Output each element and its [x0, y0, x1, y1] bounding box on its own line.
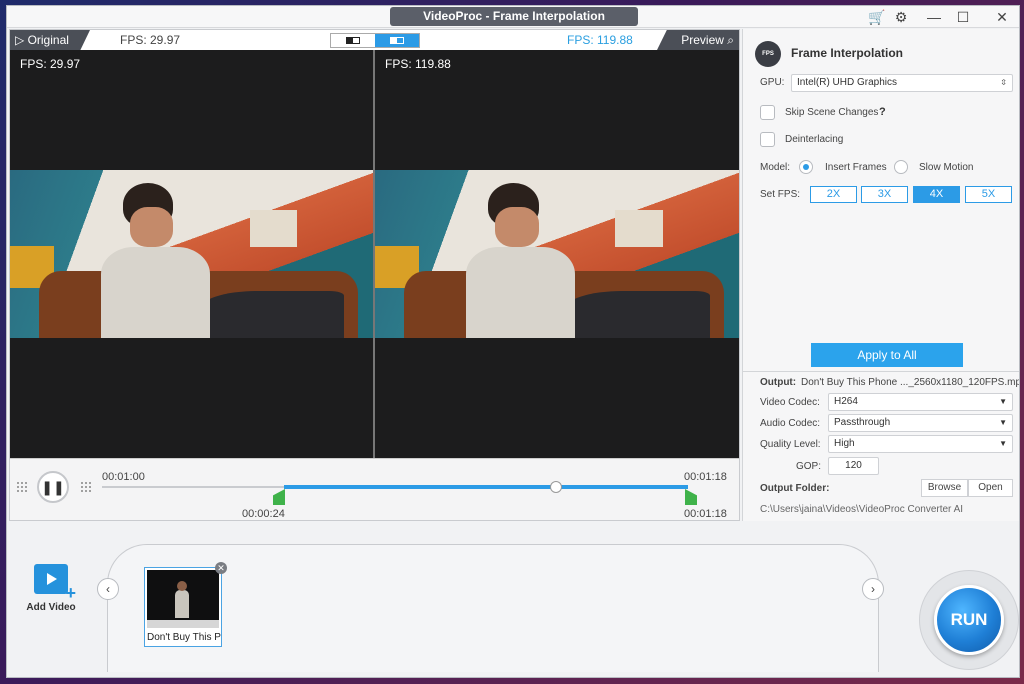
- chevron-down-icon: ▼: [999, 439, 1007, 448]
- video-preview-panel: ▷ Original FPS: 29.97 FPS: 119.88 Previe…: [9, 29, 740, 521]
- quality-level-label: Quality Level:: [760, 439, 821, 450]
- clip-label: Don't Buy This Ph: [147, 632, 221, 643]
- output-filename: Don't Buy This Phone ..._2560x1180_120FP…: [801, 377, 1020, 388]
- help-icon[interactable]: ?: [879, 106, 886, 118]
- audio-codec-select[interactable]: Passthrough ▼: [828, 414, 1013, 432]
- preview-video[interactable]: FPS: 119.88: [375, 50, 739, 458]
- remove-clip-icon[interactable]: ✕: [215, 562, 227, 574]
- audio-codec-label: Audio Codec:: [760, 418, 821, 429]
- grip-left-icon: [16, 481, 28, 493]
- preview-tab-label: Preview: [681, 33, 724, 47]
- gop-label: GOP:: [796, 461, 822, 472]
- window-title: VideoProc - Frame Interpolation: [390, 7, 638, 26]
- tab-original[interactable]: ▷ Original: [10, 30, 90, 50]
- split-view-button[interactable]: [375, 34, 419, 47]
- video-frame: [375, 170, 739, 338]
- gpu-select[interactable]: Intel(R) UHD Graphics ⇳: [791, 74, 1013, 92]
- search-icon: ⌕: [727, 33, 734, 47]
- gpu-label: GPU:: [760, 77, 785, 88]
- preview-header: ▷ Original FPS: 29.97 FPS: 119.88 Previe…: [10, 30, 739, 50]
- video-codec-label: Video Codec:: [760, 397, 820, 408]
- close-icon[interactable]: ✕: [988, 6, 1016, 28]
- playhead-knob[interactable]: [550, 481, 562, 493]
- minimize-icon[interactable]: —: [920, 6, 948, 28]
- frame-interpolation-settings: FPS Frame Interpolation GPU: Intel(R) UH…: [742, 29, 1019, 521]
- original-video-fps: FPS: 29.97: [20, 57, 81, 71]
- video-codec-select[interactable]: H264 ▼: [828, 393, 1013, 411]
- timeline-selection: [284, 485, 688, 489]
- end-time: 00:01:18: [684, 471, 727, 483]
- output-folder-label: Output Folder:: [760, 483, 830, 494]
- settings-title: Frame Interpolation: [791, 46, 904, 60]
- fps-3x-button[interactable]: 3X: [861, 186, 908, 203]
- preview-fps-label: FPS: 119.88: [567, 33, 633, 47]
- fps-2x-button[interactable]: 2X: [810, 186, 857, 203]
- tab-preview[interactable]: Preview ⌕: [657, 30, 739, 50]
- single-view-button[interactable]: [331, 34, 375, 47]
- timeline-bar: ❚❚ 00:01:00 00:01:18 00:00:24 00:01:18: [10, 458, 739, 520]
- view-mode-toggle: [330, 33, 420, 48]
- gear-icon[interactable]: ⚙: [887, 6, 915, 28]
- deinterlacing-checkbox[interactable]: [760, 132, 775, 147]
- chevron-down-icon: ▼: [999, 418, 1007, 427]
- gpu-value: Intel(R) UHD Graphics: [797, 77, 898, 88]
- app-window: VideoProc - Frame Interpolation 🛒 ⚙ — ☐ …: [6, 5, 1020, 678]
- gop-input[interactable]: 120: [828, 457, 879, 475]
- skip-scene-checkbox[interactable]: [760, 105, 775, 120]
- open-button[interactable]: Open: [968, 479, 1013, 497]
- apply-to-all-button[interactable]: Apply to All: [811, 343, 963, 367]
- set-fps-label: Set FPS:: [760, 189, 801, 200]
- clip-preview-image: [147, 570, 219, 628]
- divider: [743, 371, 1019, 372]
- preview-video-fps: FPS: 119.88: [385, 57, 451, 71]
- output-label: Output:: [760, 377, 797, 388]
- clip-thumbnail[interactable]: Don't Buy This Ph: [144, 567, 222, 647]
- chevron-down-icon: ▼: [999, 397, 1007, 406]
- media-tray: Add Video ‹ Don't Buy This Ph ✕ › RUN: [7, 522, 1019, 677]
- skip-scene-label: Skip Scene Changes: [785, 107, 879, 118]
- out-point-time: 00:01:18: [684, 508, 727, 520]
- film-reel-icon: FPS: [755, 41, 781, 67]
- insert-frames-radio[interactable]: [799, 160, 813, 174]
- in-point-time: 00:00:24: [242, 508, 285, 520]
- in-point-marker[interactable]: [273, 489, 285, 505]
- video-frame: [10, 170, 373, 338]
- browse-button[interactable]: Browse: [921, 479, 968, 497]
- fps-5x-button[interactable]: 5X: [965, 186, 1012, 203]
- quality-level-value: High: [834, 438, 855, 449]
- slow-motion-label: Slow Motion: [919, 162, 974, 173]
- audio-codec-value: Passthrough: [834, 417, 891, 428]
- video-codec-value: H264: [834, 396, 858, 407]
- output-folder-path: C:\Users\jaina\Videos\VideoProc Converte…: [760, 504, 964, 515]
- run-button-ring: RUN: [919, 570, 1019, 670]
- next-arrow-button[interactable]: ›: [862, 578, 884, 600]
- add-video-button[interactable]: Add Video: [25, 564, 77, 613]
- out-point-marker[interactable]: [685, 489, 697, 505]
- deinterlacing-label: Deinterlacing: [785, 134, 844, 145]
- model-label: Model:: [760, 162, 791, 173]
- run-button[interactable]: RUN: [934, 585, 1004, 655]
- split-view-icon: [390, 37, 404, 44]
- prev-arrow-button[interactable]: ‹: [97, 578, 119, 600]
- original-video[interactable]: FPS: 29.97: [10, 50, 373, 458]
- insert-frames-label: Insert Frames: [825, 162, 887, 173]
- original-fps-label: FPS: 29.97: [120, 33, 181, 47]
- grip-right-icon: [80, 481, 92, 493]
- updown-chevron-icon: ⇳: [1000, 78, 1007, 87]
- slow-motion-radio[interactable]: [894, 160, 908, 174]
- maximize-icon[interactable]: ☐: [949, 6, 977, 28]
- quality-level-select[interactable]: High ▼: [828, 435, 1013, 453]
- fps-4x-button[interactable]: 4X: [913, 186, 960, 203]
- title-bar: VideoProc - Frame Interpolation 🛒 ⚙ — ☐ …: [7, 6, 1019, 28]
- add-video-icon: [34, 564, 76, 604]
- pause-button[interactable]: ❚❚: [37, 471, 69, 503]
- start-time: 00:01:00: [102, 471, 145, 483]
- single-view-icon: [346, 37, 360, 44]
